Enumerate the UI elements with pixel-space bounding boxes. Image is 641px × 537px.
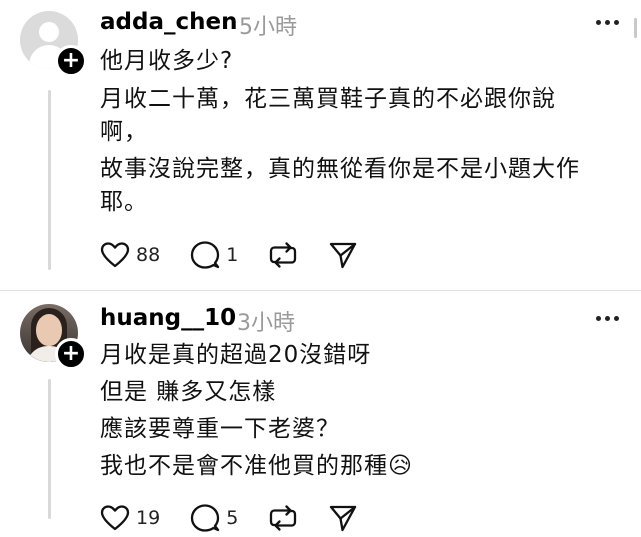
- send-icon: [330, 242, 357, 269]
- heart-icon: [100, 242, 130, 268]
- avatar-head: [39, 22, 59, 42]
- repost-button[interactable]: [268, 240, 298, 270]
- comment-card: + huang__10 3小時 月收是真的超過20沒錯呀 但是 賺多又怎樣 應該…: [0, 291, 641, 537]
- repost-icon: [270, 505, 297, 531]
- reply-count: 1: [226, 244, 239, 266]
- reply-button[interactable]: 5: [190, 503, 238, 533]
- share-button[interactable]: [328, 240, 358, 270]
- share-button[interactable]: [328, 503, 358, 533]
- comment-text-line: 但是 賺多又怎樣: [100, 379, 277, 405]
- reply-button[interactable]: 1: [190, 240, 238, 270]
- comment-card: + adda_chen 5小時 他月收多少? 月收二十萬，花三萬買鞋子真的不必跟…: [0, 0, 641, 290]
- more-icon[interactable]: [596, 20, 619, 25]
- timestamp: 3小時: [237, 311, 295, 336]
- action-bar: 88 1: [100, 239, 388, 271]
- comment-icon: [191, 241, 220, 269]
- comment-text-line: 故事沒說完整，真的無從看你是不是小題大作: [100, 156, 580, 182]
- comment-text-line: 耶。: [100, 189, 148, 215]
- thread-line: [48, 90, 51, 270]
- timestamp: 5小時: [239, 15, 297, 40]
- username[interactable]: adda_chen: [100, 9, 237, 35]
- avatar-face: [36, 314, 62, 346]
- comment-text-line: 啊，: [100, 119, 148, 145]
- comment-text-line: 應該要尊重一下老婆？: [100, 416, 340, 442]
- heart-icon: [100, 505, 130, 531]
- comment-icon: [191, 504, 220, 532]
- comment-text-line: 月收二十萬，花三萬買鞋子真的不必跟你說: [100, 86, 556, 112]
- comment-text-line: 月收是真的超過20沒錯呀: [100, 342, 372, 368]
- action-bar: 19 5: [100, 502, 388, 534]
- sad-emoji: 😥: [388, 453, 413, 479]
- thread-line: [48, 379, 51, 519]
- repost-icon: [270, 242, 297, 268]
- send-icon: [330, 505, 357, 532]
- like-count: 19: [136, 507, 161, 529]
- follow-plus-icon[interactable]: +: [55, 45, 87, 77]
- like-count: 88: [136, 244, 161, 266]
- comment-text-line: 他月收多少?: [100, 48, 234, 74]
- repost-button[interactable]: [268, 503, 298, 533]
- more-icon[interactable]: [596, 316, 619, 321]
- comment-text-line: 我也不是會不准他買的那種😥: [100, 452, 413, 480]
- reply-count: 5: [226, 507, 239, 529]
- like-button[interactable]: 88: [100, 241, 160, 269]
- follow-plus-icon[interactable]: +: [55, 338, 87, 370]
- comment-text: 我也不是會不准他買的那種: [100, 453, 388, 479]
- like-button[interactable]: 19: [100, 504, 160, 532]
- username[interactable]: huang__10: [100, 305, 236, 331]
